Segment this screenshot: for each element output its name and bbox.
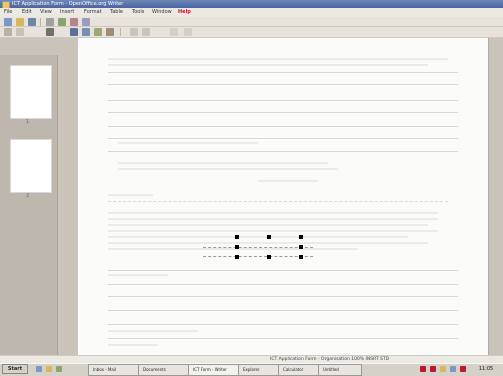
resize-handle[interactable] <box>299 245 303 249</box>
paste-icon[interactable] <box>82 18 90 26</box>
taskbar-item[interactable]: Explorer <box>238 364 282 376</box>
resize-handle[interactable] <box>299 255 303 259</box>
tray-icon[interactable] <box>450 366 456 372</box>
menu-table[interactable]: Table <box>110 8 123 17</box>
page-thumbnail[interactable] <box>10 65 52 119</box>
cut-icon[interactable] <box>70 18 78 26</box>
status-bar: ICT Application Form - Organisation 100%… <box>0 355 503 363</box>
page-thumbnail-label: 1 <box>26 119 30 125</box>
taskbar-item[interactable]: Inbox - Mail <box>88 364 142 376</box>
menu-window[interactable]: Window <box>152 8 172 17</box>
font-icon[interactable] <box>16 28 24 36</box>
bold-icon[interactable] <box>70 28 78 36</box>
resize-handle[interactable] <box>235 235 239 239</box>
page-thumbnails-panel: 1 2 <box>0 55 58 355</box>
resize-handle[interactable] <box>267 255 271 259</box>
tray-icon[interactable] <box>460 366 466 372</box>
title-bar: ICT Application Form - OpenOffice.org Wr… <box>0 0 503 9</box>
standard-toolbar <box>0 17 503 27</box>
new-icon[interactable] <box>4 18 12 26</box>
menu-insert[interactable]: Insert <box>60 8 74 17</box>
taskbar-item[interactable]: Documents <box>138 364 192 376</box>
save-icon[interactable] <box>28 18 36 26</box>
quicklaunch-icon[interactable] <box>46 366 52 372</box>
list-icon[interactable] <box>106 28 114 36</box>
page-thumbnail[interactable] <box>10 139 52 193</box>
quicklaunch-icon[interactable] <box>36 366 42 372</box>
resize-handle[interactable] <box>299 235 303 239</box>
resize-handle[interactable] <box>235 255 239 259</box>
taskbar-item[interactable]: Calculator <box>278 364 322 376</box>
highlight-icon[interactable] <box>184 28 192 36</box>
color-icon[interactable] <box>170 28 178 36</box>
cursor-icon[interactable] <box>46 28 54 36</box>
menu-help[interactable]: Help <box>178 8 191 17</box>
tray-icon[interactable] <box>420 366 426 372</box>
italic-icon[interactable] <box>82 28 90 36</box>
formatting-toolbar <box>0 27 503 38</box>
start-button[interactable]: Start <box>2 364 28 374</box>
taskbar-item-active[interactable]: ICT Form - Writer <box>188 364 242 376</box>
open-icon[interactable] <box>16 18 24 26</box>
indent-icon[interactable] <box>130 28 138 36</box>
quicklaunch-icon[interactable] <box>56 366 62 372</box>
menu-format[interactable]: Format <box>84 8 102 17</box>
window-title: ICT Application Form - OpenOffice.org Wr… <box>12 1 124 7</box>
taskbar-clock: 11:05 <box>478 366 494 372</box>
spellcheck-icon[interactable] <box>58 18 66 26</box>
outdent-icon[interactable] <box>142 28 150 36</box>
resize-handle[interactable] <box>235 245 239 249</box>
toolbar-separator <box>120 28 121 36</box>
toolbar-separator <box>40 18 41 26</box>
menu-edit[interactable]: Edit <box>22 8 32 17</box>
resize-handle[interactable] <box>267 235 271 239</box>
selection-outline <box>203 247 313 249</box>
menu-tools[interactable]: Tools <box>132 8 144 17</box>
menu-bar: File Edit View Insert Format Table Tools… <box>0 8 503 17</box>
style-icon[interactable] <box>4 28 12 36</box>
align-icon[interactable] <box>94 28 102 36</box>
tray-icon[interactable] <box>440 366 446 372</box>
selection-outline <box>203 256 313 258</box>
print-icon[interactable] <box>46 18 54 26</box>
menu-file[interactable]: File <box>4 8 12 17</box>
document-page[interactable] <box>78 38 488 356</box>
tray-icon[interactable] <box>430 366 436 372</box>
taskbar-item[interactable]: Untitled <box>318 364 362 376</box>
menu-view[interactable]: View <box>40 8 52 17</box>
page-thumbnail-label: 2 <box>26 193 30 199</box>
